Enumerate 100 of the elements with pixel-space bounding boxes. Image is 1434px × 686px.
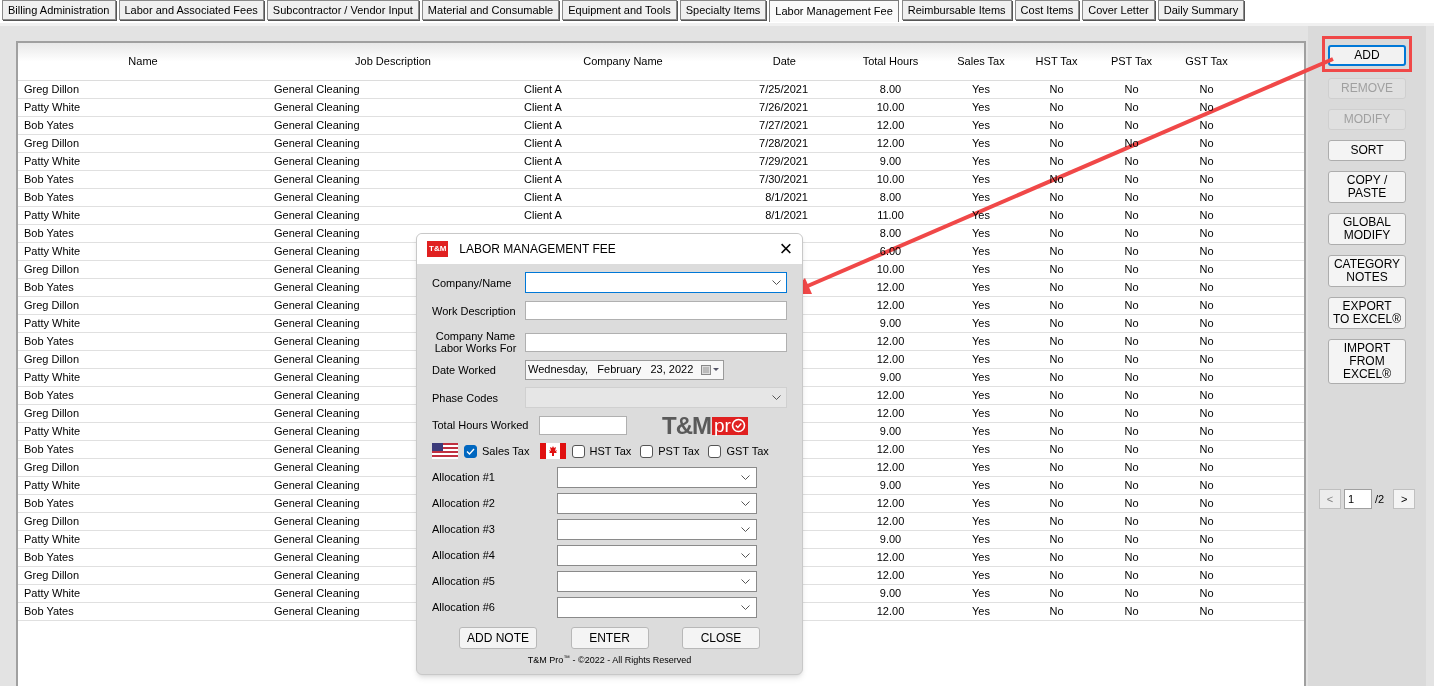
table-cell-text: General Cleaning bbox=[274, 568, 360, 584]
table-cell-text: 9.00 bbox=[879, 316, 902, 332]
table-cell-text: 9.00 bbox=[879, 532, 902, 548]
table-cell-text: No bbox=[1049, 190, 1064, 206]
side-button[interactable]: COPY / PASTE bbox=[1328, 171, 1406, 203]
column-header[interactable]: Job Description bbox=[268, 53, 518, 70]
table-cell-text: Yes bbox=[972, 424, 990, 440]
table-cell-text: General Cleaning bbox=[274, 154, 360, 170]
tab[interactable]: Equipment and Tools bbox=[562, 0, 677, 20]
dialog-button[interactable]: ADD NOTE bbox=[459, 627, 537, 649]
tab[interactable]: Cover Letter bbox=[1082, 0, 1155, 20]
table-cell-text: 8.00 bbox=[879, 190, 902, 206]
table-cell-text: General Cleaning bbox=[274, 208, 360, 224]
next-page-button[interactable]: > bbox=[1393, 489, 1416, 509]
side-button[interactable]: GLOBAL MODIFY bbox=[1328, 213, 1406, 245]
dropdown-field[interactable] bbox=[557, 545, 757, 566]
tab[interactable]: Daily Summary bbox=[1157, 0, 1245, 20]
table-cell-text: General Cleaning bbox=[274, 604, 360, 620]
table-cell-text: Client A bbox=[524, 100, 562, 116]
table-cell-text: No bbox=[1199, 532, 1214, 548]
table-cell-text: No bbox=[1199, 514, 1214, 530]
table-cell-text: Client A bbox=[524, 172, 562, 188]
side-button[interactable]: IMPORT FROM EXCEL® bbox=[1328, 339, 1406, 384]
table-cell-text: No bbox=[1199, 244, 1214, 260]
column-header[interactable]: Company Name bbox=[518, 53, 728, 70]
table-cell-text: No bbox=[1199, 172, 1214, 188]
table-cell-text: Yes bbox=[972, 532, 990, 548]
date-picker[interactable]: Wednesday, February 23, 2022 bbox=[525, 359, 724, 380]
column-header[interactable]: Total Hours bbox=[838, 53, 943, 70]
tab[interactable]: Reimbursable Items bbox=[901, 0, 1012, 20]
table-cell-text: Bob Yates bbox=[24, 118, 74, 134]
tab[interactable]: Subcontractor / Vendor Input bbox=[266, 0, 419, 20]
table-cell-text: Yes bbox=[972, 586, 990, 602]
table-cell-text: 12.00 bbox=[876, 514, 905, 530]
table-cell-text: 12.00 bbox=[876, 496, 905, 512]
table-cell-text: No bbox=[1049, 316, 1064, 332]
dropdown-field[interactable] bbox=[557, 519, 757, 540]
side-button[interactable]: CATEGORY NOTES bbox=[1328, 255, 1406, 287]
checkbox[interactable] bbox=[640, 444, 654, 458]
checkbox[interactable] bbox=[464, 444, 477, 458]
tab[interactable]: Labor and Associated Fees bbox=[118, 0, 264, 20]
tab[interactable]: Material and Consumable bbox=[421, 0, 560, 20]
table-cell-text: No bbox=[1049, 118, 1064, 134]
tab[interactable]: Labor Management Fee bbox=[769, 0, 899, 22]
table-cell-text: Yes bbox=[972, 82, 990, 98]
dialog-button[interactable]: ENTER bbox=[570, 627, 649, 649]
table-cell-text: No bbox=[1049, 478, 1064, 494]
side-button[interactable]: SORT bbox=[1328, 140, 1406, 161]
dropdown-field[interactable] bbox=[557, 571, 757, 592]
table-cell-text: Bob Yates bbox=[24, 496, 74, 512]
column-header[interactable]: PST Tax bbox=[1094, 53, 1169, 70]
table-cell-text: 7/28/2021 bbox=[759, 136, 808, 152]
table-cell-text: General Cleaning bbox=[274, 172, 360, 188]
table-cell-text: General Cleaning bbox=[274, 370, 360, 386]
table-cell-text: Client A bbox=[524, 190, 562, 206]
close-button[interactable]: × bbox=[776, 239, 796, 259]
dropdown-field[interactable] bbox=[525, 272, 787, 293]
column-header[interactable]: GST Tax bbox=[1169, 53, 1244, 70]
table-cell-text: Bob Yates bbox=[24, 442, 74, 458]
dialog-button[interactable]: CLOSE bbox=[682, 627, 760, 649]
table-cell-text: No bbox=[1199, 100, 1214, 116]
table-cell-text: General Cleaning bbox=[274, 298, 360, 314]
table-cell-text: 12.00 bbox=[876, 280, 905, 296]
text-field[interactable] bbox=[525, 332, 787, 352]
table-cell-text: No bbox=[1124, 316, 1139, 332]
tab[interactable]: Cost Items bbox=[1014, 0, 1080, 20]
column-header[interactable]: Date bbox=[728, 53, 838, 70]
table-cell-text: No bbox=[1124, 478, 1139, 494]
text-field[interactable] bbox=[539, 416, 627, 435]
table-cell-text: No bbox=[1049, 100, 1064, 116]
checkbox[interactable] bbox=[708, 444, 722, 458]
table-cell-text: No bbox=[1199, 82, 1214, 98]
table-cell-text: Patty White bbox=[24, 154, 81, 170]
table-cell-text: No bbox=[1124, 100, 1139, 116]
column-header[interactable]: Sales Tax bbox=[943, 53, 1019, 70]
tab[interactable]: Specialty Items bbox=[679, 0, 767, 20]
column-header[interactable]: Name bbox=[18, 53, 268, 70]
side-button[interactable]: ADD bbox=[1328, 45, 1406, 66]
page-field[interactable]: 1 bbox=[1343, 489, 1372, 509]
table-cell-text: No bbox=[1199, 226, 1214, 242]
table-cell-text: Yes bbox=[972, 352, 990, 368]
field-label: Work Description bbox=[432, 304, 517, 317]
table-cell-text: No bbox=[1049, 406, 1064, 422]
column-header[interactable]: HST Tax bbox=[1019, 53, 1094, 70]
tab[interactable]: Billing Administration bbox=[2, 0, 116, 20]
dropdown-field[interactable] bbox=[557, 493, 757, 514]
text-field[interactable] bbox=[525, 301, 787, 320]
dropdown-field[interactable] bbox=[557, 597, 757, 618]
side-button[interactable]: EXPORT TO EXCEL® bbox=[1328, 297, 1406, 329]
clock-icon bbox=[730, 418, 746, 433]
striped-flag-icon bbox=[432, 443, 458, 459]
previous-page-button[interactable]: < bbox=[1318, 489, 1341, 509]
checkbox[interactable] bbox=[571, 444, 585, 458]
table-cell-text: General Cleaning bbox=[274, 388, 360, 404]
table-cell-text: Yes bbox=[972, 406, 990, 422]
table-cell-text: No bbox=[1124, 406, 1139, 422]
table-cell-text: No bbox=[1199, 424, 1214, 440]
table-cell-text: Yes bbox=[972, 496, 990, 512]
dropdown-field[interactable] bbox=[557, 467, 757, 488]
table-cell-text: Yes bbox=[972, 514, 990, 530]
